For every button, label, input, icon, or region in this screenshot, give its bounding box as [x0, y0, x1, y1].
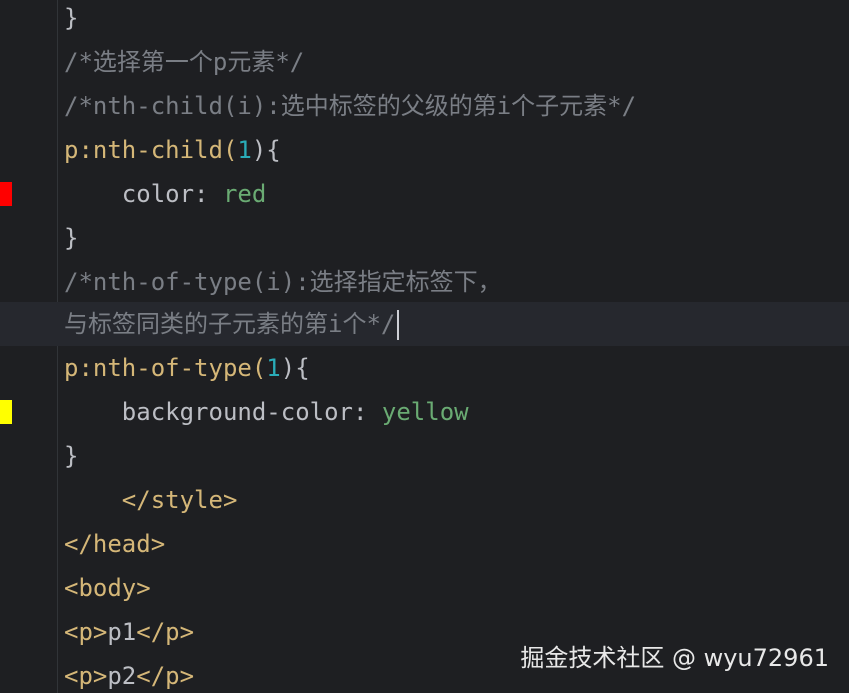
- comment-text: /*nth-of-type(i):选择指定标签下，: [64, 268, 502, 296]
- code-line-14[interactable]: <body>: [0, 566, 849, 610]
- html-open-tag: <p>: [64, 662, 108, 690]
- css-value: red: [222, 180, 267, 208]
- code-line-12[interactable]: </style>: [0, 478, 849, 522]
- text-caret: [397, 310, 400, 340]
- html-tag: </head>: [64, 530, 166, 558]
- css-selector: p:nth-of-type(: [64, 354, 267, 382]
- selector-argument: 1: [266, 354, 281, 382]
- code-line-6[interactable]: }: [0, 216, 849, 260]
- html-tag: </style>: [121, 486, 238, 514]
- selector-close: ){: [280, 354, 310, 382]
- red-color-swatch-icon[interactable]: [0, 182, 12, 206]
- code-line-1[interactable]: }: [0, 0, 849, 40]
- html-close-tag: </p>: [136, 618, 195, 646]
- html-close-tag: </p>: [136, 662, 195, 690]
- code-line-5[interactable]: color: red: [0, 172, 849, 216]
- css-selector: p:nth-child(: [64, 136, 238, 164]
- comment-text: 与标签同类的子元素的第i个*/: [64, 310, 396, 338]
- code-line-13[interactable]: </head>: [0, 522, 849, 566]
- closing-brace: }: [64, 224, 79, 252]
- comment-text: /*nth-child(i):选中标签的父级的第i个子元素*/: [64, 92, 637, 120]
- selector-close: ){: [251, 136, 281, 164]
- code-line-11[interactable]: }: [0, 434, 849, 478]
- css-property: color:: [121, 180, 223, 208]
- html-tag: <body>: [64, 574, 151, 602]
- html-open-tag: <p>: [64, 618, 108, 646]
- code-line-9[interactable]: p:nth-of-type(1){: [0, 346, 849, 390]
- closing-brace: }: [64, 4, 79, 32]
- code-editor[interactable]: } /*选择第一个p元素*/ /*nth-child(i):选中标签的父级的第i…: [0, 0, 849, 693]
- css-property: background-color:: [121, 398, 382, 426]
- closing-brace: }: [64, 442, 79, 470]
- code-line-3[interactable]: /*nth-child(i):选中标签的父级的第i个子元素*/: [0, 84, 849, 128]
- code-line-7[interactable]: /*nth-of-type(i):选择指定标签下，: [0, 260, 849, 304]
- html-text: p2: [107, 662, 137, 690]
- code-line-4[interactable]: p:nth-child(1){: [0, 128, 849, 172]
- watermark: 掘金技术社区 @ wyu72961: [520, 644, 829, 672]
- css-value: yellow: [381, 398, 469, 426]
- code-line-8-current[interactable]: 与标签同类的子元素的第i个*/: [0, 302, 849, 346]
- selector-argument: 1: [237, 136, 252, 164]
- comment-text: /*选择第一个p元素*/: [64, 48, 305, 76]
- yellow-color-swatch-icon[interactable]: [0, 400, 12, 424]
- code-line-10[interactable]: background-color: yellow: [0, 390, 849, 434]
- code-line-2[interactable]: /*选择第一个p元素*/: [0, 40, 849, 84]
- html-text: p1: [107, 618, 137, 646]
